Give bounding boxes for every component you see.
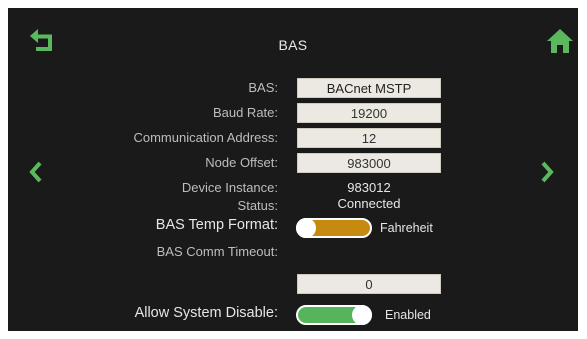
baud-rate-label: Baud Rate: [212, 105, 278, 120]
node-offset-field[interactable]: 983000 [297, 153, 441, 173]
chevron-left-icon [29, 161, 42, 183]
bas-settings-panel: BAS BAS: BACnet MSTP Baud Rate: 19200 Co… [8, 8, 578, 331]
device-instance-value: 983012 [347, 180, 391, 195]
chevron-right-icon [541, 161, 554, 183]
home-icon [547, 29, 573, 53]
temp-format-toggle[interactable] [296, 218, 372, 238]
bas-protocol-field[interactable]: BACnet MSTP [297, 78, 441, 98]
bas-comm-timeout-label: BAS Comm Timeout: [156, 244, 278, 259]
temp-format-value: Fahreheit [380, 221, 433, 235]
toggle-knob [296, 218, 316, 238]
system-disable-value: Enabled [385, 308, 431, 322]
screen: BAS BAS: BACnet MSTP Baud Rate: 19200 Co… [0, 0, 587, 339]
status-value: Connected [337, 196, 401, 211]
toggle-knob [352, 305, 372, 325]
bas-comm-timeout-field[interactable]: 0 [297, 274, 441, 294]
home-button[interactable] [545, 27, 575, 55]
back-arrow-icon [30, 29, 52, 51]
baud-rate-field[interactable]: 19200 [297, 103, 441, 123]
page-title: BAS [278, 37, 308, 53]
communication-address-field[interactable]: 12 [297, 128, 441, 148]
back-button[interactable] [28, 26, 58, 54]
node-offset-label: Node Offset: [205, 155, 278, 170]
allow-system-disable-label: Allow System Disable: [134, 305, 278, 321]
bas-temp-format-label: BAS Temp Format: [155, 217, 278, 233]
next-page-button[interactable] [539, 161, 555, 183]
bas-label: BAS: [248, 80, 278, 95]
device-instance-label: Device Instance: [181, 180, 278, 195]
communication-address-label: Communication Address: [133, 130, 278, 145]
prev-page-button[interactable] [28, 161, 44, 183]
system-disable-toggle[interactable] [296, 305, 372, 325]
status-label: Status: [237, 198, 278, 213]
